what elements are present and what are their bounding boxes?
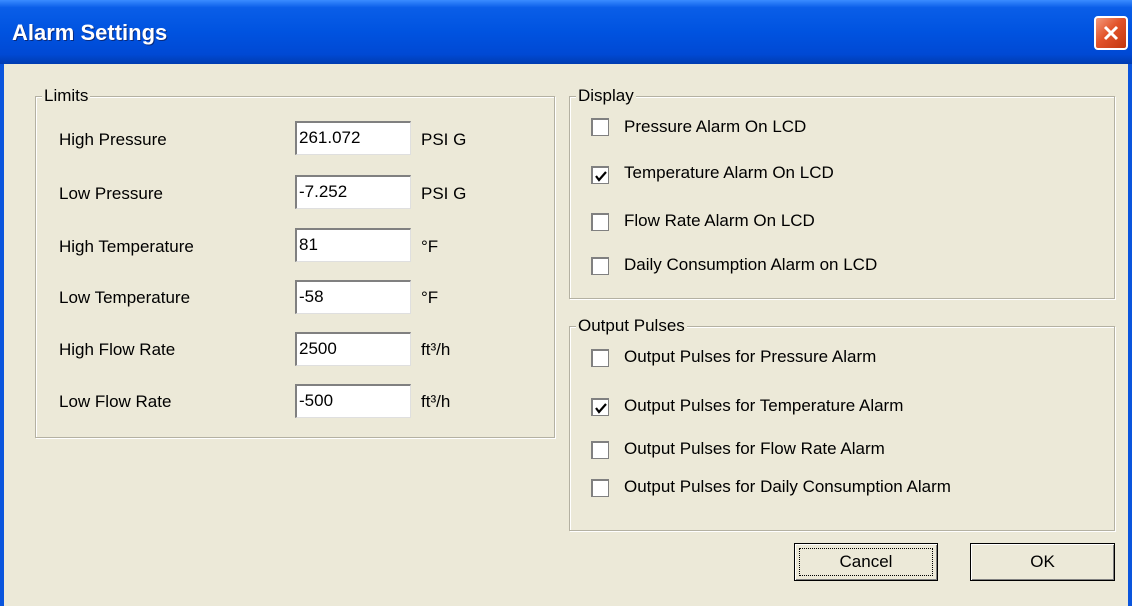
close-button[interactable] [1094, 16, 1128, 50]
limit-label-high-temperature: High Temperature [59, 237, 194, 256]
daily-consumption-alarm-lcd-label[interactable]: Daily Consumption Alarm on LCD [624, 255, 877, 275]
focus-rect [799, 548, 933, 576]
pulses-temperature-alarm-label[interactable]: Output Pulses for Temperature Alarm [624, 396, 903, 416]
window-frame-left [0, 64, 4, 606]
pulses-daily-consumption-alarm-label[interactable]: Output Pulses for Daily Consumption Alar… [624, 477, 951, 497]
checkmark-icon [595, 403, 607, 414]
cancel-button[interactable]: Cancel [794, 543, 938, 581]
pulses-pressure-alarm-checkbox[interactable] [591, 349, 609, 367]
title-bar: Alarm Settings [0, 0, 1132, 64]
daily-consumption-alarm-lcd-checkbox[interactable] [591, 257, 609, 275]
high-pressure-unit: PSI G [421, 130, 467, 149]
output-pulses-legend: Output Pulses [576, 316, 687, 336]
high-flow-rate-unit: ft³/h [421, 340, 451, 359]
limit-label-high-flow-rate: High Flow Rate [59, 340, 176, 359]
ok-button[interactable]: OK [970, 543, 1115, 581]
window-title: Alarm Settings [12, 20, 168, 45]
temperature-alarm-lcd-checkbox[interactable] [591, 166, 609, 184]
temperature-alarm-lcd-label[interactable]: Temperature Alarm On LCD [624, 163, 834, 183]
low-flow-rate-input[interactable]: -500 [295, 384, 411, 418]
pulses-temperature-alarm-checkbox[interactable] [591, 398, 609, 416]
flow-rate-alarm-lcd-label[interactable]: Flow Rate Alarm On LCD [624, 211, 815, 231]
limit-label-low-pressure: Low Pressure [59, 184, 163, 203]
ok-button-label: OK [1030, 552, 1055, 571]
pulses-pressure-alarm-label[interactable]: Output Pulses for Pressure Alarm [624, 347, 876, 367]
limit-label-high-pressure: High Pressure [59, 130, 167, 149]
low-temperature-unit: °F [421, 288, 439, 307]
output-pulses-group: Output Pulses Output Pulses for Pressure… [569, 316, 1115, 531]
window-frame-right [1128, 64, 1132, 606]
high-temperature-input[interactable]: 81 [295, 228, 411, 262]
limit-label-low-temperature: Low Temperature [59, 288, 191, 307]
low-temperature-input[interactable]: -58 [295, 280, 411, 314]
high-pressure-input[interactable]: 261.072 [295, 121, 411, 155]
pressure-alarm-lcd-label[interactable]: Pressure Alarm On LCD [624, 117, 806, 137]
low-pressure-unit: PSI G [421, 184, 467, 203]
pulses-flow-rate-alarm-label[interactable]: Output Pulses for Flow Rate Alarm [624, 439, 885, 459]
limits-legend: Limits [42, 86, 91, 106]
close-x-icon [1103, 25, 1119, 41]
display-legend: Display [576, 86, 636, 106]
flow-rate-alarm-lcd-checkbox[interactable] [591, 213, 609, 231]
high-flow-rate-input[interactable]: 2500 [295, 332, 411, 366]
pulses-daily-consumption-alarm-checkbox[interactable] [591, 479, 609, 497]
limits-group: Limits High Pressure 261.072 PSI G Low P… [35, 86, 555, 438]
high-temperature-unit: °F [421, 237, 439, 256]
checkmark-icon [595, 171, 607, 182]
low-pressure-input[interactable]: -7.252 [295, 175, 411, 209]
pulses-flow-rate-alarm-checkbox[interactable] [591, 441, 609, 459]
low-flow-rate-unit: ft³/h [421, 392, 451, 411]
display-group: Display Pressure Alarm On LCD Temperatur… [569, 86, 1115, 299]
limit-label-low-flow-rate: Low Flow Rate [59, 392, 172, 411]
pressure-alarm-lcd-checkbox[interactable] [591, 118, 609, 136]
